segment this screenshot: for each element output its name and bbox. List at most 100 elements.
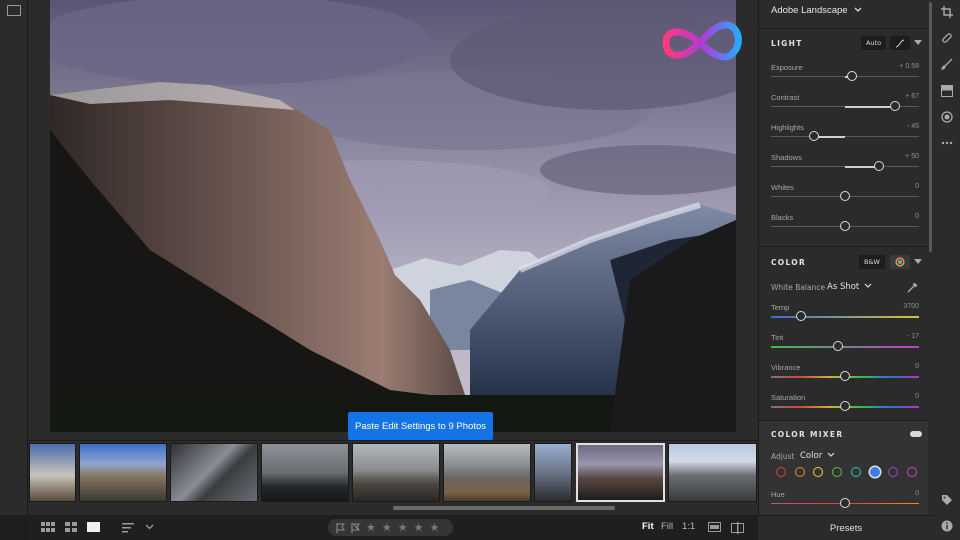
filmstrip-thumbnail[interactable] <box>534 443 572 502</box>
slider-value: 0 <box>915 213 919 220</box>
slider-value: 3700 <box>903 303 919 310</box>
slider-blacks[interactable]: Blacks 0 <box>771 213 919 243</box>
presets-button[interactable]: Presets <box>758 515 934 540</box>
square-grid-icon[interactable] <box>65 522 77 533</box>
slider-knob[interactable] <box>847 71 858 81</box>
bw-button[interactable]: B&W <box>859 255 885 269</box>
filmstrip-scrollbar[interactable] <box>393 506 615 510</box>
adjust-select[interactable]: Color <box>800 451 835 461</box>
hue-knob[interactable] <box>840 498 850 508</box>
slider-knob[interactable] <box>840 191 850 201</box>
slider-knob[interactable] <box>890 101 901 111</box>
slider-shadows[interactable]: Shadows + 50 <box>771 153 919 183</box>
slider-value: + 50 <box>905 153 919 160</box>
slider-track <box>771 346 919 348</box>
color-mixer-chip[interactable] <box>850 467 861 477</box>
rating-star-5[interactable]: ★ <box>430 522 440 533</box>
compare-icon[interactable] <box>708 522 721 533</box>
slider-knob[interactable] <box>840 401 850 411</box>
color-mixer-toggle[interactable] <box>910 431 922 437</box>
filmstrip-thumbnail[interactable] <box>170 443 258 502</box>
eyedropper-icon[interactable] <box>907 282 918 293</box>
filmstrip-thumbnail[interactable] <box>668 443 757 502</box>
hue-slider[interactable]: Hue 0 <box>771 490 919 515</box>
rating-star-2[interactable]: ★ <box>382 522 392 533</box>
zoom-fit[interactable]: Fit <box>642 521 654 532</box>
color-mode-button[interactable] <box>890 255 910 269</box>
slider-knob[interactable] <box>808 131 819 141</box>
curve-icon <box>895 39 905 47</box>
grid-view-icon[interactable] <box>41 522 55 533</box>
slider-label: Highlights <box>771 123 804 132</box>
flag-reject-icon[interactable] <box>351 522 360 533</box>
collapse-icon[interactable] <box>914 259 922 265</box>
filmstrip-thumbnail[interactable] <box>352 443 440 502</box>
rating-star-1[interactable]: ★ <box>366 522 376 533</box>
slider-label: Tint <box>771 333 784 342</box>
hue-value: 0 <box>915 490 919 497</box>
slider-vibrance[interactable]: Vibrance 0 <box>771 363 919 393</box>
color-mixer-header[interactable]: COLOR MIXER <box>759 423 928 445</box>
rating-star-3[interactable]: ★ <box>398 522 408 533</box>
slider-value: 0 <box>915 363 919 370</box>
tone-curve-button[interactable] <box>890 36 910 50</box>
radial-gradient-icon[interactable] <box>941 111 953 123</box>
slider-value: + 67 <box>905 93 919 100</box>
slider-knob[interactable] <box>840 221 850 231</box>
info-icon[interactable] <box>941 520 953 532</box>
chevron-down-icon[interactable] <box>145 524 154 530</box>
slider-saturation[interactable]: Saturation 0 <box>771 393 919 423</box>
filmstrip-thumbnail[interactable] <box>79 443 167 502</box>
white-balance-select[interactable]: As Shot <box>827 282 872 292</box>
slider-knob[interactable] <box>840 371 850 381</box>
slider-value: 0 <box>915 393 919 400</box>
slider-tint[interactable]: Tint - 17 <box>771 333 919 363</box>
brush-icon[interactable] <box>941 58 953 70</box>
color-mixer-chip[interactable] <box>906 467 917 477</box>
slider-exposure[interactable]: Exposure + 0.58 <box>771 63 919 93</box>
color-mixer-chip[interactable] <box>794 467 805 477</box>
slider-knob[interactable] <box>795 311 806 321</box>
slider-label: Vibrance <box>771 363 801 372</box>
color-mixer-chip[interactable] <box>776 467 786 477</box>
filmstrip-thumbnail[interactable] <box>29 443 76 502</box>
crop-icon[interactable] <box>941 6 953 18</box>
profile-selector[interactable]: Adobe Landscape <box>771 5 862 16</box>
main-photo[interactable] <box>50 0 736 432</box>
healing-brush-icon[interactable] <box>941 32 953 44</box>
auto-button[interactable]: Auto <box>861 36 886 50</box>
archive-icon[interactable] <box>7 5 21 16</box>
paste-edit-settings-button[interactable]: Paste Edit Settings to 9 Photos <box>348 412 493 440</box>
filmstrip-thumbnail[interactable] <box>261 443 349 502</box>
detail-view-icon[interactable] <box>87 522 100 533</box>
sort-icon[interactable] <box>122 522 136 533</box>
edit-panel: Adobe Landscape LIGHT Auto Exposure + 0.5… <box>758 0 928 515</box>
slider-highlights[interactable]: Highlights - 45 <box>771 123 919 153</box>
slider-track <box>771 136 919 137</box>
color-mixer-chip[interactable] <box>869 467 880 477</box>
slider-knob[interactable] <box>832 341 843 351</box>
linear-gradient-icon[interactable] <box>941 85 953 97</box>
creative-cloud-logo <box>662 21 742 61</box>
chevron-down-icon <box>864 283 872 288</box>
tag-icon[interactable] <box>941 494 953 506</box>
collapse-icon[interactable] <box>914 40 922 46</box>
before-after-icon[interactable] <box>731 522 745 534</box>
slider-knob[interactable] <box>874 161 885 171</box>
filmstrip-thumbnail-selected[interactable] <box>576 443 665 502</box>
filmstrip-thumbnail[interactable] <box>443 443 531 502</box>
slider-whites[interactable]: Whites 0 <box>771 183 919 213</box>
flag-pick-icon[interactable] <box>336 522 345 533</box>
slider-contrast[interactable]: Contrast + 67 <box>771 93 919 123</box>
slider-track <box>771 316 919 318</box>
more-options-icon[interactable] <box>941 137 953 149</box>
slider-temp[interactable]: Temp 3700 <box>771 303 919 333</box>
slider-value: 0 <box>915 183 919 190</box>
color-wheel-icon <box>895 257 905 267</box>
zoom-fill[interactable]: Fill <box>661 521 673 532</box>
rating-star-4[interactable]: ★ <box>414 522 424 533</box>
flag-and-rating-group: ★ ★ ★ ★ ★ <box>328 519 453 536</box>
app-window: Paste Edit Settings to 9 Photos ★ ★ ★ ★ … <box>0 0 960 540</box>
hue-label: Hue <box>771 490 785 499</box>
zoom-1-to-1[interactable]: 1:1 <box>682 521 695 532</box>
